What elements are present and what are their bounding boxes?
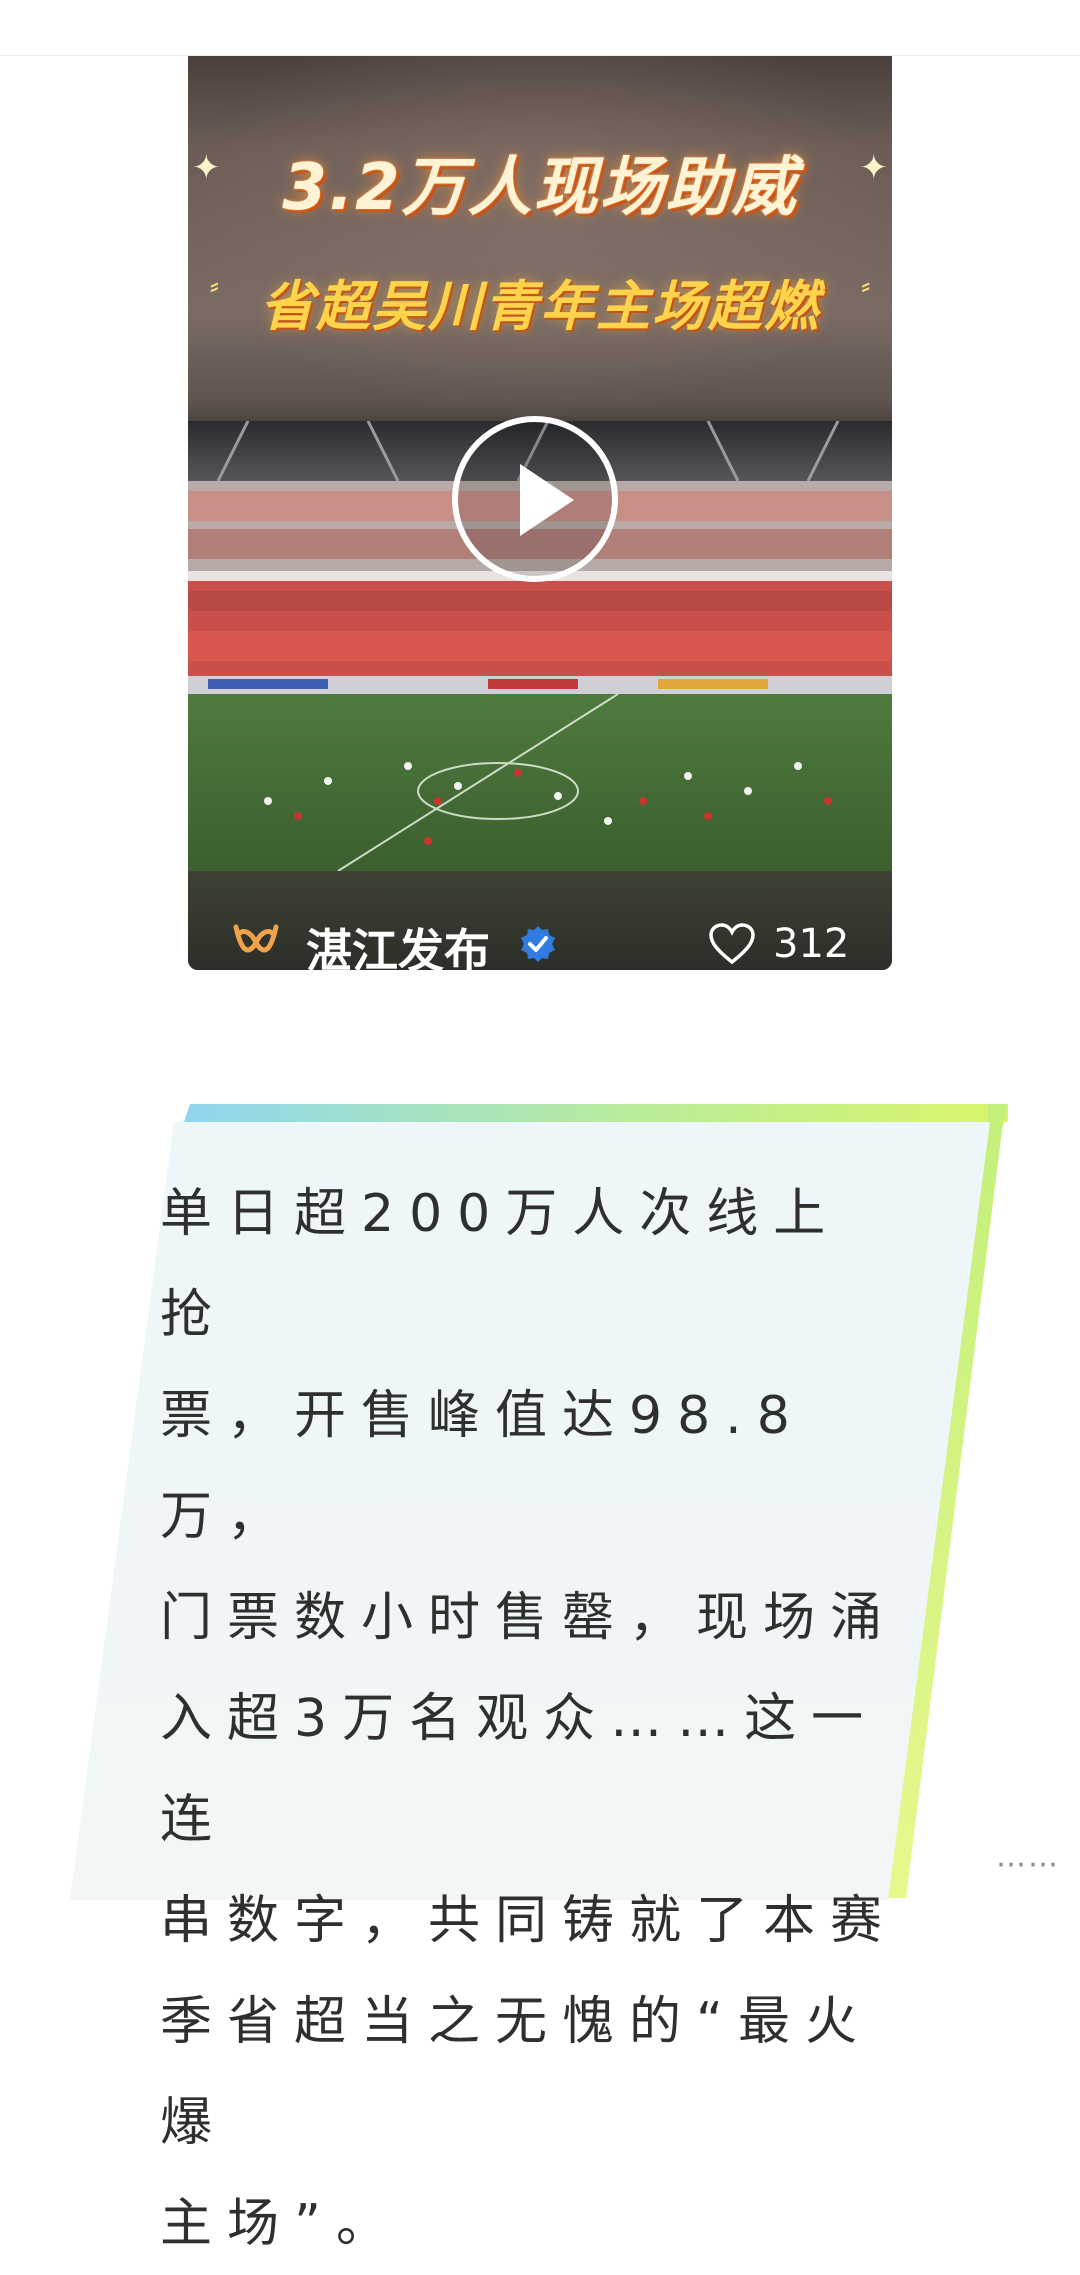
article-paragraph: 单日超200万人次线上抢 票，开售峰值达98.8万， 门票数小时售罄，现场涌 入… bbox=[160, 1184, 898, 2254]
video-card-footer: 湛江发布 312 bbox=[188, 871, 892, 970]
text-card: 单日超200万人次线上抢 票，开售峰值达98.8万， 门票数小时售罄，现场涌 入… bbox=[0, 1100, 1080, 2254]
video-card[interactable]: ✦ ✦ 3.2万人现场助威 ⸗ ⸗ 省超吴川青年主场超燃 湛江发布 312 bbox=[188, 56, 892, 970]
video-headline-1: 3.2万人现场助威 bbox=[282, 151, 798, 225]
play-button[interactable] bbox=[452, 416, 618, 582]
brand-logo-icon bbox=[233, 924, 279, 953]
source-account-name[interactable]: 湛江发布 bbox=[306, 915, 490, 970]
menu-dots-icon[interactable]: ⋯⋯ bbox=[996, 1847, 1060, 1882]
verified-badge-icon bbox=[521, 926, 555, 962]
video-title-banner: ✦ ✦ 3.2万人现场助威 ⸗ ⸗ 省超吴川青年主场超燃 bbox=[188, 56, 892, 421]
video-headline-2: 省超吴川青年主场超燃 bbox=[260, 275, 820, 338]
heart-icon[interactable] bbox=[708, 923, 756, 965]
like-count: 312 bbox=[773, 921, 850, 967]
